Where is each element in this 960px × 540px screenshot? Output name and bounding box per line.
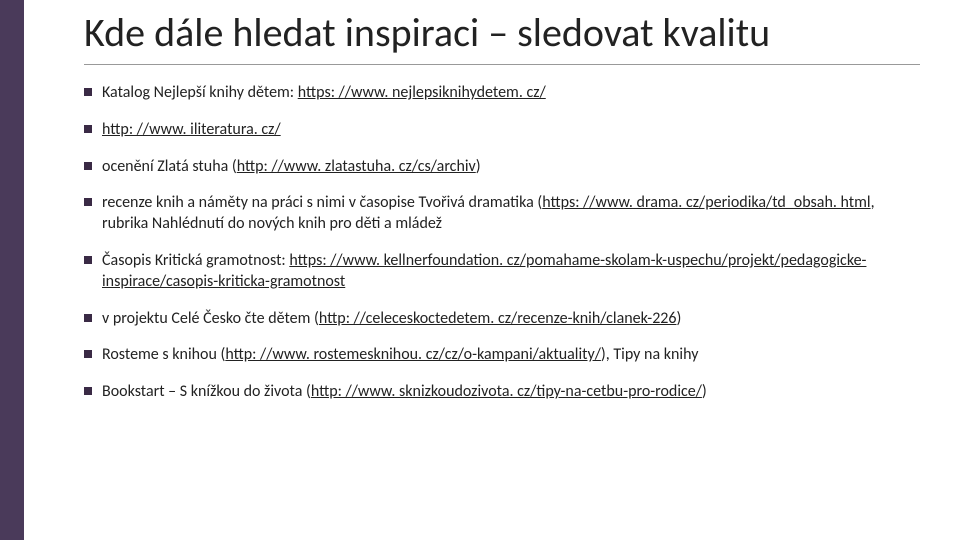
slide-content: Kde dále hledat inspiraci – sledovat kva… — [24, 0, 960, 540]
bullet-text-pre: Časopis Kritická gramotnost: — [102, 251, 289, 270]
bullet-text-post: ) — [702, 382, 707, 401]
bullet-link[interactable]: http: //www. rostemesknihou. cz/cz/o-kam… — [225, 345, 601, 364]
bullet-text-pre: Katalog Nejlepší knihy dětem: — [102, 83, 298, 102]
bullet-link[interactable]: http: //www. zlatastuha. cz/cs/archiv — [237, 157, 476, 176]
bullet-link[interactable]: http: //www. sknizkoudozivota. cz/tipy-n… — [311, 382, 702, 401]
bullet-text-pre: ocenění Zlatá stuha ( — [102, 157, 237, 176]
list-item: Rosteme s knihou (http: //www. rostemesk… — [84, 345, 920, 366]
list-item: Bookstart – S knížkou do života (http: /… — [84, 382, 920, 403]
bullet-text-post: ) — [476, 157, 481, 176]
bullet-link[interactable]: http: //www. iliteratura. cz/ — [102, 120, 281, 139]
list-item: v projektu Celé Česko čte dětem (http: /… — [84, 309, 920, 330]
bullet-text-pre: v projektu Celé Česko čte dětem ( — [102, 309, 319, 328]
list-item: http: //www. iliteratura. cz/ — [84, 120, 920, 141]
bullet-link[interactable]: https: //www. drama. cz/periodika/td_obs… — [542, 193, 870, 212]
bullet-text-pre: recenze knih a náměty na práci s nimi v … — [102, 193, 542, 212]
bullet-link[interactable]: http: //celeceskoctedetem. cz/recenze-kn… — [319, 309, 677, 328]
accent-bar — [0, 0, 24, 540]
bullet-list: Katalog Nejlepší knihy dětem: https: //w… — [84, 83, 920, 403]
bullet-text-post: ) — [677, 309, 682, 328]
list-item: Časopis Kritická gramotnost: https: //ww… — [84, 251, 920, 293]
list-item: recenze knih a náměty na práci s nimi v … — [84, 193, 920, 235]
bullet-text-pre: Rosteme s knihou ( — [102, 345, 225, 364]
slide-title: Kde dále hledat inspiraci – sledovat kva… — [84, 0, 920, 65]
bullet-text-post: ), Tipy na knihy — [601, 345, 699, 364]
list-item: Katalog Nejlepší knihy dětem: https: //w… — [84, 83, 920, 104]
list-item: ocenění Zlatá stuha (http: //www. zlatas… — [84, 157, 920, 178]
bullet-text-pre: Bookstart – S knížkou do života ( — [102, 382, 311, 401]
bullet-link[interactable]: https: //www. nejlepsiknihydetem. cz/ — [298, 83, 546, 102]
